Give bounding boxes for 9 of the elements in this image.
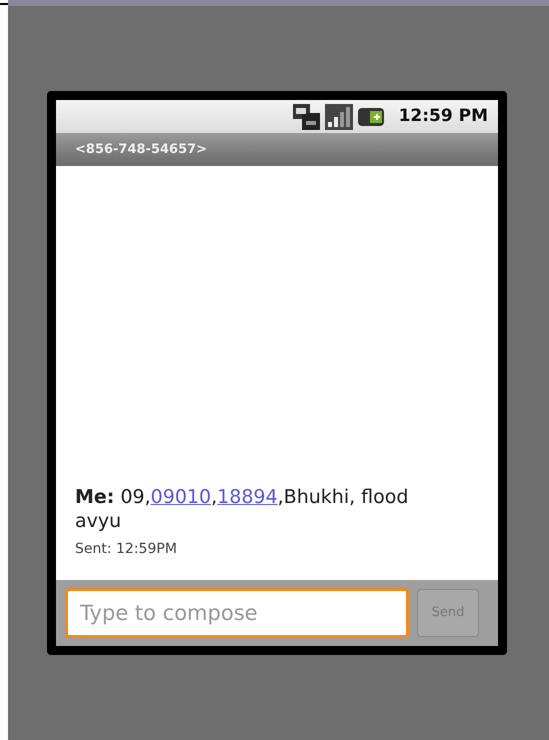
message-text: Me: 09,09010,18894,Bhukhi, flood avyu [75,485,410,533]
message-status: Sent: 12:59PM [75,540,178,559]
battery-icon [358,106,386,128]
contact-number: <856-748-54657> [75,140,208,159]
signal-icon [324,104,353,130]
phone-link[interactable]: 09010 [150,486,212,508]
compose-field[interactable]: Type to compose [65,588,409,638]
status-time: 12:59 PM [398,104,488,128]
phone-link[interactable]: 18894 [217,486,278,508]
